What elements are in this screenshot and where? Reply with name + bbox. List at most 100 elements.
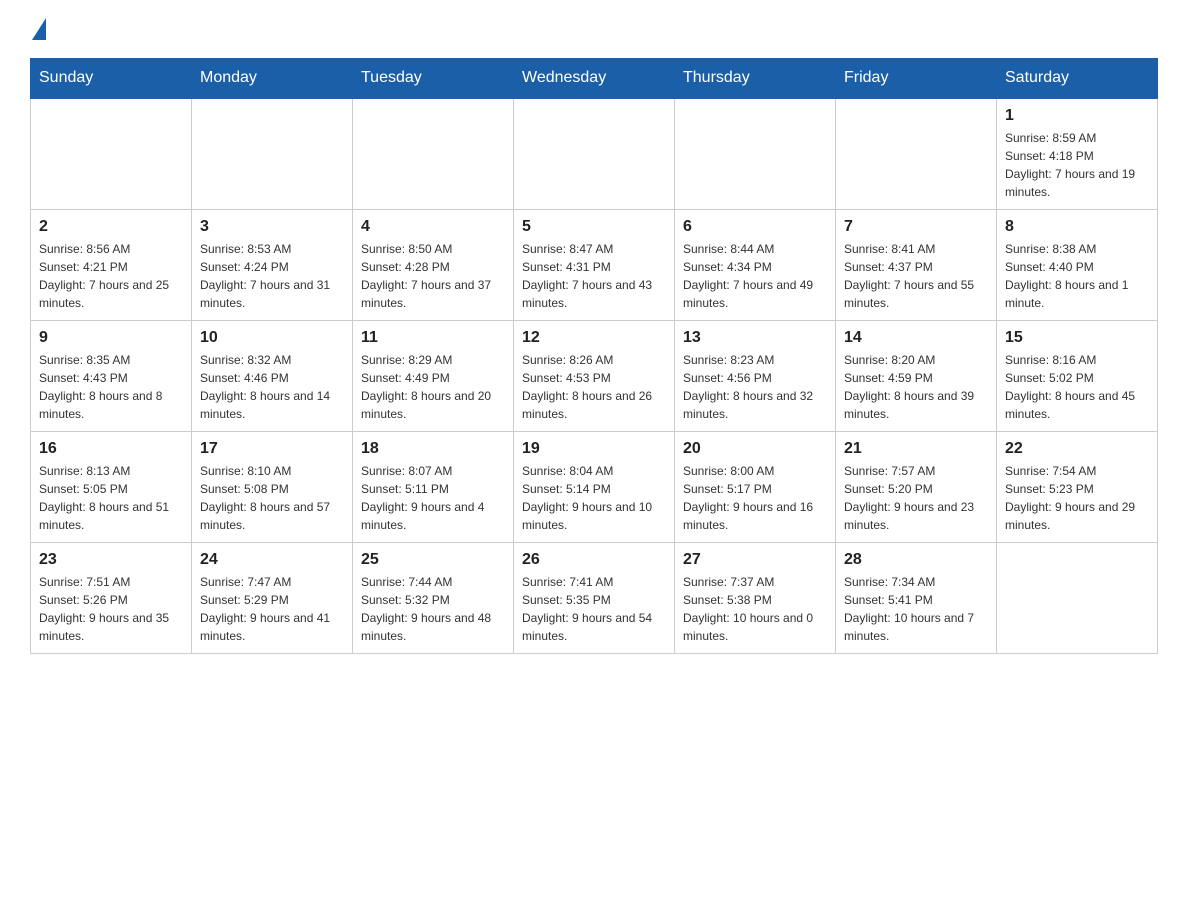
day-info: Sunrise: 8:59 AMSunset: 4:18 PMDaylight:…	[1005, 129, 1149, 201]
day-info: Sunrise: 8:44 AMSunset: 4:34 PMDaylight:…	[683, 240, 827, 312]
calendar-table: Sunday Monday Tuesday Wednesday Thursday…	[30, 58, 1158, 654]
header-wednesday: Wednesday	[514, 59, 675, 99]
calendar-cell: 8Sunrise: 8:38 AMSunset: 4:40 PMDaylight…	[997, 210, 1158, 321]
calendar-cell: 1Sunrise: 8:59 AMSunset: 4:18 PMDaylight…	[997, 98, 1158, 210]
day-number: 25	[361, 551, 505, 569]
calendar-cell: 26 Sunrise: 7:41 AMSunset: 5:35 PMDayligh…	[514, 543, 675, 654]
day-number: 8	[1005, 218, 1149, 236]
day-number: 21	[844, 440, 988, 458]
calendar-week-row: 2Sunrise: 8:56 AMSunset: 4:21 PMDaylight…	[31, 210, 1158, 321]
logo-flag-icon	[32, 18, 46, 40]
day-info: Sunrise: 7:34 AMSunset: 5:41 PMDaylight:…	[844, 573, 988, 645]
day-number: 5	[522, 218, 666, 236]
day-info: Sunrise: 7:54 AMSunset: 5:23 PMDaylight:…	[1005, 462, 1149, 534]
calendar-cell: 16 Sunrise: 8:13 AMSunset: 5:05 PMDayligh…	[31, 432, 192, 543]
day-number: 28	[844, 551, 988, 569]
calendar-cell: 21Sunrise: 7:57 AMSunset: 5:20 PMDayligh…	[836, 432, 997, 543]
calendar-cell: 25 Sunrise: 7:44 AMSunset: 5:32 PMDayligh…	[353, 543, 514, 654]
calendar-cell: 6 Sunrise: 8:44 AMSunset: 4:34 PMDaylight…	[675, 210, 836, 321]
day-number: 3	[200, 218, 344, 236]
calendar-cell	[836, 98, 997, 210]
day-info: Sunrise: 8:20 AMSunset: 4:59 PMDaylight:…	[844, 351, 988, 423]
day-info: Sunrise: 7:47 AMSunset: 5:29 PMDaylight:…	[200, 573, 344, 645]
day-info: Sunrise: 7:41 AMSunset: 5:35 PMDaylight:…	[522, 573, 666, 645]
day-info: Sunrise: 8:10 AMSunset: 5:08 PMDaylight:…	[200, 462, 344, 534]
calendar-cell	[192, 98, 353, 210]
calendar-cell: 15 Sunrise: 8:16 AMSunset: 5:02 PMDayligh…	[997, 321, 1158, 432]
calendar-cell: 10 Sunrise: 8:32 AMSunset: 4:46 PMDayligh…	[192, 321, 353, 432]
calendar-week-row: 23 Sunrise: 7:51 AMSunset: 5:26 PMDayligh…	[31, 543, 1158, 654]
calendar-cell: 9 Sunrise: 8:35 AMSunset: 4:43 PMDaylight…	[31, 321, 192, 432]
calendar-week-row: 16 Sunrise: 8:13 AMSunset: 5:05 PMDayligh…	[31, 432, 1158, 543]
day-number: 12	[522, 329, 666, 347]
day-number: 17	[200, 440, 344, 458]
calendar-cell: 24 Sunrise: 7:47 AMSunset: 5:29 PMDayligh…	[192, 543, 353, 654]
day-number: 6	[683, 218, 827, 236]
day-info: Sunrise: 7:51 AMSunset: 5:26 PMDaylight:…	[39, 573, 183, 645]
calendar-cell	[353, 98, 514, 210]
day-number: 20	[683, 440, 827, 458]
header-tuesday: Tuesday	[353, 59, 514, 99]
calendar-cell: 20 Sunrise: 8:00 AMSunset: 5:17 PMDayligh…	[675, 432, 836, 543]
day-number: 7	[844, 218, 988, 236]
page-header	[30, 20, 1158, 42]
calendar-cell: 17 Sunrise: 8:10 AMSunset: 5:08 PMDayligh…	[192, 432, 353, 543]
calendar-cell: 18 Sunrise: 8:07 AMSunset: 5:11 PMDayligh…	[353, 432, 514, 543]
calendar-cell	[514, 98, 675, 210]
calendar-week-row: 1Sunrise: 8:59 AMSunset: 4:18 PMDaylight…	[31, 98, 1158, 210]
day-info: Sunrise: 8:29 AMSunset: 4:49 PMDaylight:…	[361, 351, 505, 423]
day-number: 19	[522, 440, 666, 458]
calendar-cell: 7 Sunrise: 8:41 AMSunset: 4:37 PMDaylight…	[836, 210, 997, 321]
day-number: 11	[361, 329, 505, 347]
calendar-cell: 13Sunrise: 8:23 AMSunset: 4:56 PMDayligh…	[675, 321, 836, 432]
header-saturday: Saturday	[997, 59, 1158, 99]
day-number: 9	[39, 329, 183, 347]
day-info: Sunrise: 8:53 AMSunset: 4:24 PMDaylight:…	[200, 240, 344, 312]
day-number: 22	[1005, 440, 1149, 458]
logo	[30, 20, 48, 42]
day-number: 27	[683, 551, 827, 569]
calendar-cell: 4 Sunrise: 8:50 AMSunset: 4:28 PMDaylight…	[353, 210, 514, 321]
header-sunday: Sunday	[31, 59, 192, 99]
day-number: 23	[39, 551, 183, 569]
day-info: Sunrise: 8:23 AMSunset: 4:56 PMDaylight:…	[683, 351, 827, 423]
day-number: 18	[361, 440, 505, 458]
calendar-cell: 11 Sunrise: 8:29 AMSunset: 4:49 PMDayligh…	[353, 321, 514, 432]
day-number: 26	[522, 551, 666, 569]
day-info: Sunrise: 8:13 AMSunset: 5:05 PMDaylight:…	[39, 462, 183, 534]
calendar-cell	[31, 98, 192, 210]
calendar-cell	[997, 543, 1158, 654]
day-number: 4	[361, 218, 505, 236]
calendar-cell: 22 Sunrise: 7:54 AMSunset: 5:23 PMDayligh…	[997, 432, 1158, 543]
day-info: Sunrise: 8:35 AMSunset: 4:43 PMDaylight:…	[39, 351, 183, 423]
calendar-cell: 14 Sunrise: 8:20 AMSunset: 4:59 PMDayligh…	[836, 321, 997, 432]
day-info: Sunrise: 7:44 AMSunset: 5:32 PMDaylight:…	[361, 573, 505, 645]
day-number: 16	[39, 440, 183, 458]
header-friday: Friday	[836, 59, 997, 99]
day-info: Sunrise: 7:37 AMSunset: 5:38 PMDaylight:…	[683, 573, 827, 645]
calendar-cell: 28 Sunrise: 7:34 AMSunset: 5:41 PMDayligh…	[836, 543, 997, 654]
calendar-cell: 19Sunrise: 8:04 AMSunset: 5:14 PMDayligh…	[514, 432, 675, 543]
header-thursday: Thursday	[675, 59, 836, 99]
calendar-cell: 27 Sunrise: 7:37 AMSunset: 5:38 PMDayligh…	[675, 543, 836, 654]
calendar-cell	[675, 98, 836, 210]
calendar-cell: 12 Sunrise: 8:26 AMSunset: 4:53 PMDayligh…	[514, 321, 675, 432]
calendar-cell: 3 Sunrise: 8:53 AMSunset: 4:24 PMDaylight…	[192, 210, 353, 321]
calendar-cell: 23 Sunrise: 7:51 AMSunset: 5:26 PMDayligh…	[31, 543, 192, 654]
day-info: Sunrise: 8:00 AMSunset: 5:17 PMDaylight:…	[683, 462, 827, 534]
day-info: Sunrise: 8:16 AMSunset: 5:02 PMDaylight:…	[1005, 351, 1149, 423]
day-info: Sunrise: 8:26 AMSunset: 4:53 PMDaylight:…	[522, 351, 666, 423]
day-number: 15	[1005, 329, 1149, 347]
day-info: Sunrise: 8:47 AMSunset: 4:31 PMDaylight:…	[522, 240, 666, 312]
calendar-cell: 2Sunrise: 8:56 AMSunset: 4:21 PMDaylight…	[31, 210, 192, 321]
day-info: Sunrise: 8:50 AMSunset: 4:28 PMDaylight:…	[361, 240, 505, 312]
calendar-cell: 5 Sunrise: 8:47 AMSunset: 4:31 PMDaylight…	[514, 210, 675, 321]
header-monday: Monday	[192, 59, 353, 99]
day-info: Sunrise: 8:07 AMSunset: 5:11 PMDaylight:…	[361, 462, 505, 534]
day-info: Sunrise: 8:41 AMSunset: 4:37 PMDaylight:…	[844, 240, 988, 312]
day-number: 24	[200, 551, 344, 569]
day-number: 14	[844, 329, 988, 347]
day-info: Sunrise: 8:56 AMSunset: 4:21 PMDaylight:…	[39, 240, 183, 312]
day-number: 10	[200, 329, 344, 347]
day-info: Sunrise: 8:32 AMSunset: 4:46 PMDaylight:…	[200, 351, 344, 423]
